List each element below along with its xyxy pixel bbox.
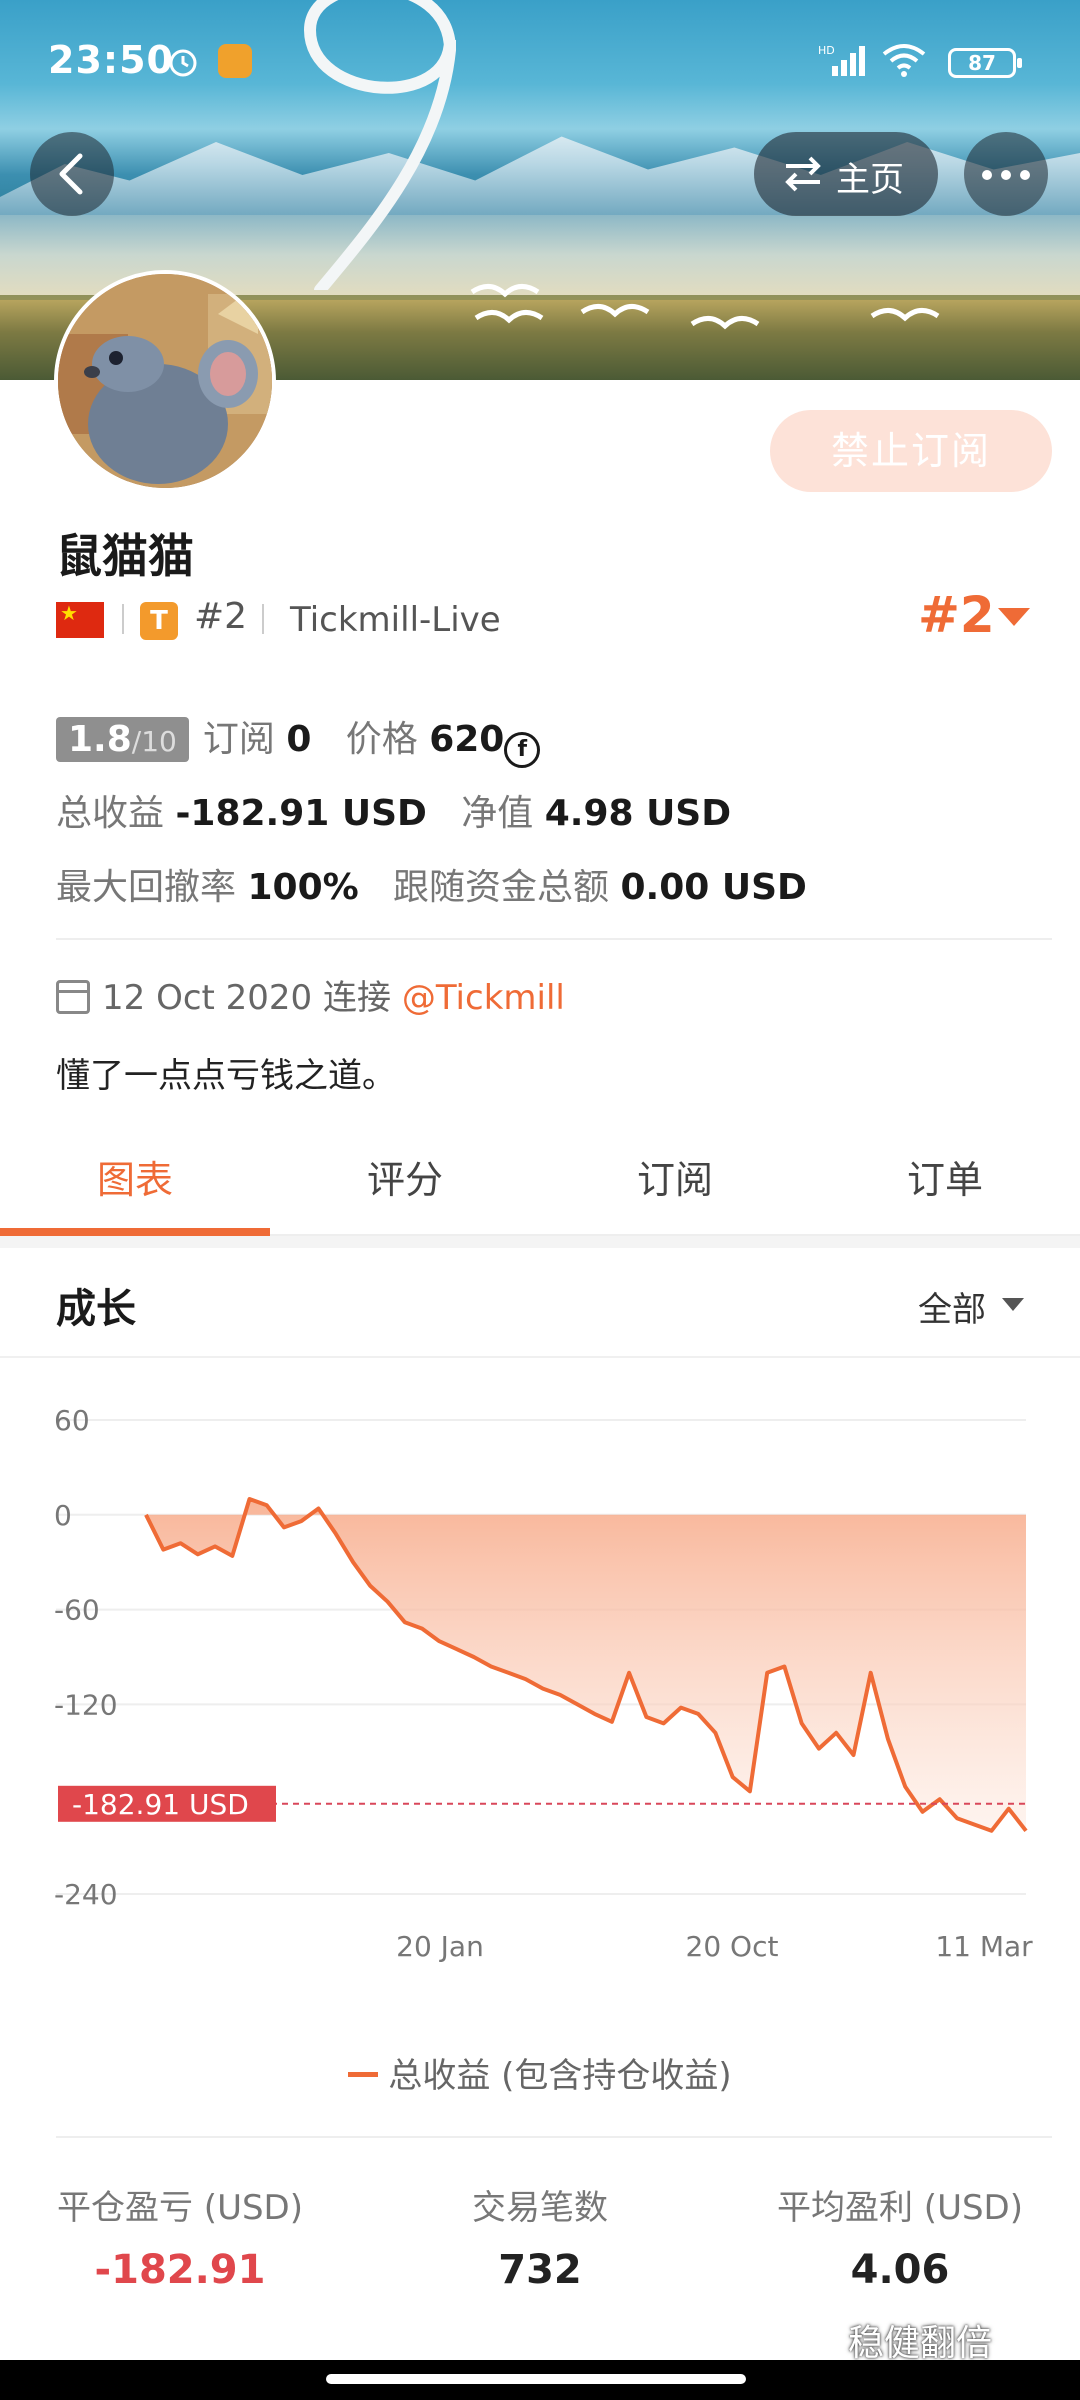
tab-orders[interactable]: 订单 xyxy=(810,1124,1080,1236)
summary-trades: 交易笔数 732 xyxy=(360,2180,720,2293)
more-icon-dot xyxy=(1020,170,1030,180)
summary-label: 交易笔数 xyxy=(472,2188,608,2228)
bird-icon xyxy=(580,304,650,318)
y-tick-label: 0 xyxy=(54,1499,72,1532)
more-icon-dot xyxy=(1001,170,1011,180)
wifi-icon xyxy=(882,44,926,77)
app-notification-icon xyxy=(218,44,252,78)
follow-funds-label: 跟随资金总额 xyxy=(393,867,610,908)
broker-link[interactable]: @Tickmill xyxy=(402,978,565,1018)
connection-label: 连接 xyxy=(323,978,392,1018)
legend-label: 总收益 (包含持仓收益) xyxy=(388,2056,732,2096)
meta-separator xyxy=(262,604,264,634)
price-value: 620 xyxy=(429,719,505,760)
score-max: /10 xyxy=(131,725,177,758)
coin-icon: f xyxy=(504,732,541,768)
tab-chart[interactable]: 图表 xyxy=(0,1124,270,1236)
calendar-icon xyxy=(56,980,90,1014)
subscriptions-value: 0 xyxy=(286,719,312,760)
max-drawdown-label: 最大回撤率 xyxy=(56,867,237,908)
summary-label: 平仓盈亏 (USD) xyxy=(57,2188,303,2228)
follow-funds-value: 0.00 USD xyxy=(620,867,807,908)
divider xyxy=(56,938,1052,940)
growth-header: 成长 全部 xyxy=(0,1248,1080,1358)
y-tick-label: -60 xyxy=(54,1594,100,1627)
growth-title: 成长 xyxy=(56,1286,136,1332)
chart-legend: 总收益 (包含持仓收益) xyxy=(0,2048,1080,2097)
caret-down-icon[interactable] xyxy=(1002,1298,1024,1311)
chevron-left-icon xyxy=(59,153,83,195)
tab-subscriptions[interactable]: 订阅 xyxy=(540,1124,810,1236)
equity-label: 净值 xyxy=(461,793,534,834)
summary-value: -182.91 xyxy=(94,2247,266,2293)
bird-icon xyxy=(470,284,540,298)
bird-icon xyxy=(474,310,544,324)
home-label: 主页 xyxy=(836,160,904,200)
bird-icon xyxy=(870,308,940,322)
summary-value: 732 xyxy=(498,2247,582,2293)
avatar[interactable] xyxy=(54,270,276,492)
range-select[interactable]: 全部 xyxy=(918,1282,986,1331)
score-value: 1.8 xyxy=(68,719,132,760)
summary-avg-profit: 平均盈利 (USD) 4.06 xyxy=(720,2180,1080,2293)
current-value-label: -182.91 USD xyxy=(72,1788,249,1821)
china-flag-icon xyxy=(56,601,104,638)
alarm-icon xyxy=(169,49,197,77)
subscribe-disabled-button[interactable]: 禁止订阅 xyxy=(770,410,1052,492)
stats-row-1: 1.8/10 订阅 0 价格 620 f xyxy=(56,710,541,768)
broker-name: Tickmill-Live xyxy=(290,600,501,640)
series-area xyxy=(146,1499,1026,1831)
y-tick-label: -120 xyxy=(54,1688,118,1721)
y-tick-label: 60 xyxy=(54,1404,90,1437)
home-indicator xyxy=(326,2374,746,2384)
rat-avatar-image xyxy=(58,274,272,488)
stats-row-3: 最大回撤率 100% 跟随资金总额 0.00 USD xyxy=(56,858,807,910)
rank-small: #2 xyxy=(194,596,248,637)
more-button[interactable] xyxy=(964,132,1048,216)
connection-row: 12 Oct 2020 连接 @Tickmill xyxy=(56,970,565,1019)
growth-chart: 60 0 -60 -120 -240 -182.91 USD 20 Jan 20 Oct 11 … xyxy=(54,1404,1033,1963)
connection-date: 12 Oct 2020 xyxy=(102,978,313,1018)
meta-separator xyxy=(122,604,124,634)
legend-swatch xyxy=(348,2072,379,2077)
max-drawdown-value: 100% xyxy=(247,867,359,908)
equity-value: 4.98 USD xyxy=(544,793,732,834)
back-button[interactable] xyxy=(30,132,114,216)
system-gesture-bar xyxy=(0,2360,1080,2400)
score-badge: 1.8/10 xyxy=(56,717,189,762)
bird-icon xyxy=(690,316,760,330)
trader-bio: 懂了一点点亏钱之道。 xyxy=(56,1056,396,1096)
tab-rating[interactable]: 评分 xyxy=(270,1124,540,1236)
trader-meta: T #2 Tickmill-Live xyxy=(56,596,1036,646)
summary-label: 平均盈利 (USD) xyxy=(777,2188,1023,2228)
summary-closed-pnl: 平仓盈亏 (USD) -182.91 xyxy=(0,2180,360,2293)
tab-bar: 图表 评分 订阅 订单 xyxy=(0,1124,1080,1236)
total-profit-value: -182.91 USD xyxy=(175,793,427,834)
summary-value: 4.06 xyxy=(850,2247,950,2293)
active-tab-indicator xyxy=(0,1228,270,1236)
caret-down-icon[interactable] xyxy=(998,608,1030,626)
section-gap xyxy=(0,1236,1080,1248)
home-button[interactable]: 主页 xyxy=(754,132,938,216)
status-time: 23:50 xyxy=(48,38,174,82)
x-tick-label: 20 Oct xyxy=(686,1930,779,1963)
x-tick-label: 11 Mar xyxy=(935,1930,1033,1963)
subscriptions-label: 订阅 xyxy=(202,719,275,760)
trader-name: 鼠猫猫 xyxy=(56,529,194,583)
more-icon-dot xyxy=(982,170,992,180)
swap-icon xyxy=(785,156,821,192)
x-tick-label: 20 Jan xyxy=(396,1930,484,1963)
total-profit-label: 总收益 xyxy=(56,793,165,834)
tier-t-icon: T xyxy=(140,602,178,640)
signal-icon: HD xyxy=(818,44,865,76)
stats-row-2: 总收益 -182.91 USD 净值 4.98 USD xyxy=(56,784,731,836)
divider xyxy=(56,2136,1052,2138)
svg-text:HD: HD xyxy=(818,44,835,57)
battery-icon: 87 xyxy=(948,48,1022,78)
rank-badge[interactable]: #2 xyxy=(918,586,995,644)
price-label: 价格 xyxy=(345,719,418,760)
status-bar: 23:50 HD 87 xyxy=(0,30,1080,90)
watermark: 稳健翻倍 xyxy=(848,2323,993,2364)
y-tick-label: -240 xyxy=(54,1878,118,1911)
